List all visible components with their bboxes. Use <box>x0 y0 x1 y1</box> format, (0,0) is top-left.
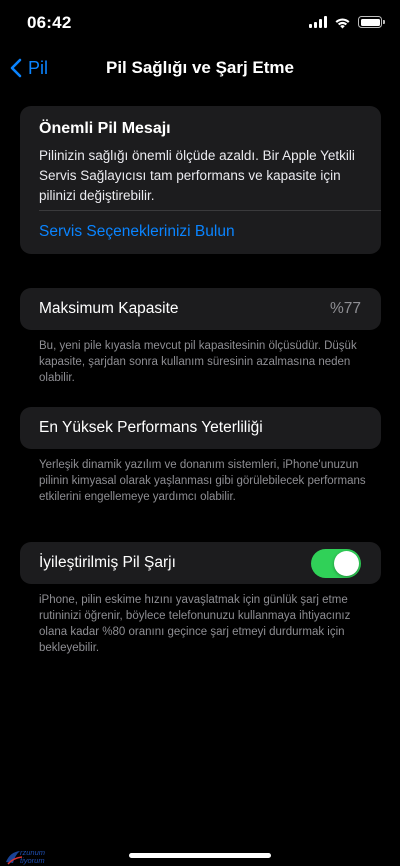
wifi-icon <box>335 18 350 28</box>
status-bar: 06:42 <box>0 0 400 46</box>
home-indicator[interactable] <box>129 853 271 858</box>
watermark-text: rzunum tiyorum <box>20 849 45 865</box>
battery-health-screen: 06:42 Pil Pil Sağlığı ve Şarj Etme Öneml… <box>0 0 400 866</box>
status-icons <box>309 15 385 29</box>
status-time: 06:42 <box>27 13 72 32</box>
max-capacity-footnote: Bu, yeni pile kıyasla mevcut pil kapasit… <box>39 340 357 384</box>
optimized-charging-footnote: iPhone, pilin eskime hızını yavaşlatmak … <box>39 594 351 654</box>
peak-performance-row: En Yüksek Performans Yeterliliği <box>20 407 381 449</box>
battery-level-fill <box>360 18 380 26</box>
optimized-charging-row: İyileştirilmiş Pil Şarjı <box>20 542 381 584</box>
peak-performance-label: En Yüksek Performans Yeterliliği <box>39 419 263 436</box>
optimized-charging-label: İyileştirilmiş Pil Şarjı <box>39 554 176 571</box>
max-capacity-value: %77 <box>329 300 361 317</box>
peak-performance-footnote: Yerleşik dinamik yazılım ve donanım sist… <box>39 459 366 503</box>
max-capacity-label: Maksimum Kapasite <box>39 300 179 317</box>
cellular-signal-icon <box>309 16 327 28</box>
divider <box>39 210 381 211</box>
watermark: rzunum tiyorum <box>4 848 66 866</box>
battery-icon <box>358 16 385 28</box>
message-body: Pilinizin sağlığı önemli ölçüde azaldı. … <box>39 148 355 203</box>
max-capacity-row: Maksimum Kapasite %77 <box>20 288 381 330</box>
message-title: Önemli Pil Mesajı <box>39 120 171 137</box>
toggle-knob <box>334 551 359 576</box>
find-service-options-link[interactable]: Servis Seçeneklerinizi Bulun <box>39 223 235 241</box>
navigation-bar: Pil Pil Sağlığı ve Şarj Etme <box>0 48 400 88</box>
battery-message-card: Önemli Pil Mesajı Pilinizin sağlığı önem… <box>20 106 381 254</box>
optimized-charging-toggle[interactable] <box>311 549 361 578</box>
watermark-text-line2: tiyorum <box>20 856 45 865</box>
page-title: Pil Sağlığı ve Şarj Etme <box>105 58 295 77</box>
